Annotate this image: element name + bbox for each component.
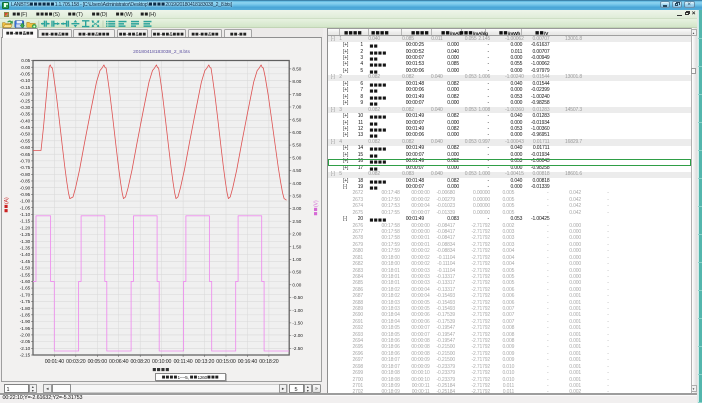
svg-text:3.00: 3.00 [292, 206, 301, 211]
svg-text:-0.35: -0.35 [20, 112, 31, 117]
svg-text:-1.65: -1.65 [20, 286, 31, 291]
svg-text:-0.75: -0.75 [20, 165, 31, 170]
svg-text:00:10:00: 00:10:00 [152, 359, 172, 365]
svg-text:-0.20: -0.20 [20, 92, 31, 97]
svg-text:-0.10: -0.10 [20, 78, 31, 83]
svg-text:5.00: 5.00 [292, 155, 301, 160]
svg-text:7.00: 7.00 [292, 105, 301, 110]
svg-text:-1.55: -1.55 [20, 272, 31, 277]
svg-text:00:03:20: 00:03:20 [66, 359, 86, 365]
svg-text:00:13:20: 00:13:20 [195, 359, 215, 365]
svg-text:2.00: 2.00 [292, 232, 301, 237]
svg-text:-0.80: -0.80 [20, 172, 31, 177]
svg-text:00:06:40: 00:06:40 [109, 359, 129, 365]
svg-text:-1.95: -1.95 [20, 326, 31, 331]
svg-text:00:08:20: 00:08:20 [130, 359, 150, 365]
svg-text:3.50: 3.50 [292, 194, 301, 199]
svg-text:-2.15: -2.15 [20, 353, 31, 358]
svg-text:4.50: 4.50 [292, 168, 301, 173]
svg-text:-1.45: -1.45 [20, 259, 31, 264]
svg-text:00:01:40: 00:01:40 [45, 359, 65, 365]
svg-text:0.00: 0.00 [21, 65, 30, 70]
svg-text:20180418183038_2_8.bts: 20180418183038_2_8.bts [133, 49, 190, 55]
svg-text:-1.75: -1.75 [20, 299, 31, 304]
svg-text:-2.10: -2.10 [20, 346, 31, 351]
svg-text:-2.00: -2.00 [20, 333, 31, 338]
svg-text:-1.60: -1.60 [20, 279, 31, 284]
svg-text:-0.85: -0.85 [20, 179, 31, 184]
svg-text:-1.05: -1.05 [20, 205, 31, 210]
svg-text:-0.50: -0.50 [20, 132, 31, 137]
svg-text:-0.50: -0.50 [292, 295, 303, 300]
svg-text:00:18:20: 00:18:20 [259, 359, 279, 365]
svg-text:-2.00: -2.00 [292, 333, 303, 338]
svg-text:-0.15: -0.15 [20, 85, 31, 90]
svg-text:-1.25: -1.25 [20, 232, 31, 237]
svg-text:■■(V): ■■(V) [313, 200, 320, 216]
svg-text:-0.65: -0.65 [20, 152, 31, 157]
svg-text:-0.30: -0.30 [20, 105, 31, 110]
svg-text:-1.10: -1.10 [20, 212, 31, 217]
svg-text:8.50: 8.50 [292, 67, 301, 72]
svg-text:-0.60: -0.60 [20, 145, 31, 150]
svg-text:-0.40: -0.40 [20, 118, 31, 123]
svg-text:2.50: 2.50 [292, 219, 301, 224]
svg-text:-0.95: -0.95 [20, 192, 31, 197]
svg-text:-1.15: -1.15 [20, 219, 31, 224]
svg-text:-1.90: -1.90 [20, 319, 31, 324]
svg-text:-2.05: -2.05 [20, 339, 31, 344]
svg-text:-0.70: -0.70 [20, 159, 31, 164]
svg-text:■■(A): ■■(A) [3, 197, 10, 213]
svg-text:-1.80: -1.80 [20, 306, 31, 311]
svg-text:6.50: 6.50 [292, 117, 301, 122]
svg-text:00:15:00: 00:15:00 [216, 359, 236, 365]
svg-text:6.00: 6.00 [292, 130, 301, 135]
svg-text:-1.50: -1.50 [20, 266, 31, 271]
svg-text:-0.05: -0.05 [20, 71, 31, 76]
svg-text:0.05: 0.05 [21, 58, 30, 63]
svg-text:-0.90: -0.90 [20, 185, 31, 190]
svg-text:-1.35: -1.35 [20, 246, 31, 251]
svg-text:4.00: 4.00 [292, 181, 301, 186]
svg-text:-1.50: -1.50 [292, 321, 303, 326]
svg-text:-1.00: -1.00 [292, 308, 303, 313]
svg-text:-0.45: -0.45 [20, 125, 31, 130]
svg-text:1.50: 1.50 [292, 244, 301, 249]
svg-text:-1.85: -1.85 [20, 312, 31, 317]
svg-text:-1.20: -1.20 [20, 225, 31, 230]
svg-text:0.00: 0.00 [292, 282, 301, 287]
svg-text:8.00: 8.00 [292, 79, 301, 84]
svg-text:1.00: 1.00 [292, 257, 301, 262]
svg-text:-0.55: -0.55 [20, 138, 31, 143]
svg-text:7.50: 7.50 [292, 92, 301, 97]
svg-text:-1.30: -1.30 [20, 239, 31, 244]
svg-text:-1.70: -1.70 [20, 292, 31, 297]
svg-text:-1.40: -1.40 [20, 252, 31, 257]
svg-text:00:11:40: 00:11:40 [174, 359, 193, 365]
svg-text:00:16:40: 00:16:40 [238, 359, 258, 365]
svg-text:-1.00: -1.00 [20, 199, 31, 204]
svg-text:00:05:00: 00:05:00 [88, 359, 108, 365]
svg-text:0.50: 0.50 [292, 270, 301, 275]
svg-text:5.50: 5.50 [292, 143, 301, 148]
svg-text:-2.50: -2.50 [292, 346, 303, 351]
svg-text:-0.25: -0.25 [20, 98, 31, 103]
